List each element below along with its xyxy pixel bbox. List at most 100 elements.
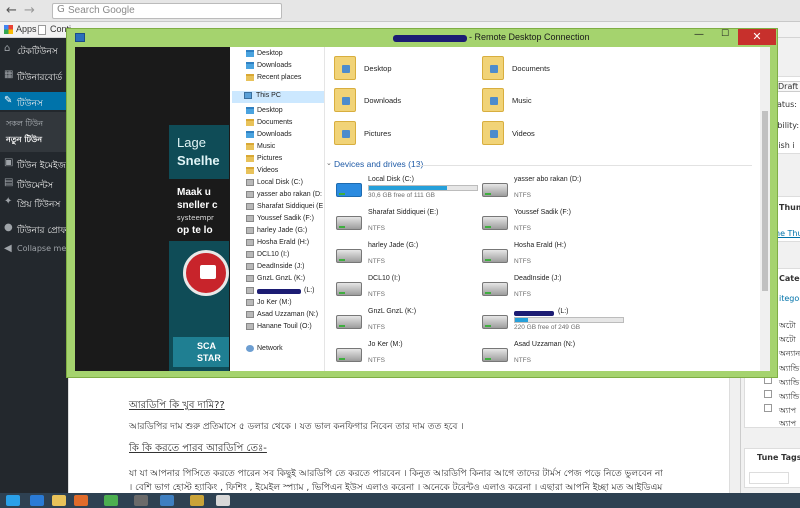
folder-icon bbox=[482, 88, 504, 112]
category-checkbox[interactable] bbox=[764, 404, 772, 412]
tags-title: Tune Tags bbox=[757, 453, 800, 462]
app-icon[interactable] bbox=[216, 495, 230, 506]
app-icon[interactable] bbox=[190, 495, 204, 506]
submenu-new-tune[interactable]: নতুন টিউন bbox=[6, 134, 42, 147]
sidebar-item-tunes[interactable]: ✎ টিউনস bbox=[0, 92, 68, 110]
status-label: atus: D bbox=[777, 100, 800, 109]
folder-tile[interactable]: Pictures bbox=[334, 118, 484, 151]
drive-tile[interactable]: Asad Uzzaman (N:) NTFS bbox=[482, 340, 632, 372]
advertisement[interactable]: Lage Snelhe Maak u sneller c systeempr o… bbox=[169, 125, 229, 371]
drive-info: 220 GB free of 249 GB bbox=[514, 324, 581, 331]
app-icon[interactable] bbox=[160, 495, 174, 506]
firefox-icon[interactable] bbox=[74, 495, 88, 506]
drive-name: yasser abo rakan (D:) bbox=[514, 176, 582, 183]
drive-info: NTFS bbox=[514, 357, 531, 364]
category-item[interactable]: অটো bbox=[779, 334, 796, 347]
collapse-menu[interactable]: ◀ Collapse menu bbox=[0, 240, 76, 258]
category-item[interactable]: অ্যাপ bbox=[779, 405, 796, 418]
drive-tile[interactable]: Hosha Erald (H:) NTFS bbox=[482, 241, 632, 273]
disk-icon bbox=[246, 251, 254, 258]
folder-icon bbox=[482, 121, 504, 145]
start-icon[interactable] bbox=[6, 495, 20, 506]
drive-name: harley Jade (G:) bbox=[368, 242, 419, 249]
folder-tile[interactable]: Videos bbox=[482, 118, 632, 151]
save-draft-button[interactable]: Draft bbox=[775, 81, 800, 92]
folder-tile[interactable]: Music bbox=[482, 85, 632, 118]
drive-tile[interactable]: harley Jade (G:) NTFS bbox=[336, 241, 486, 273]
close-button[interactable]: ✕ bbox=[738, 29, 776, 45]
categories-tab[interactable]: itegorie bbox=[779, 294, 800, 303]
sidebar-item-profile[interactable]: ● টিউনার প্রোফ bbox=[0, 219, 68, 237]
post-editor[interactable]: আরডিপি কি খুব দামি?? আরডিপির দাম শুরু প্… bbox=[68, 378, 741, 493]
drive-tile[interactable]: Jo Ker (M:) NTFS bbox=[336, 340, 486, 372]
drive-tile[interactable]: (L:) 220 GB free of 249 GB bbox=[482, 307, 632, 339]
drive-tile[interactable]: Local Disk (C:) 30,6 GB free of 111 GB bbox=[336, 175, 486, 207]
drive-tile[interactable]: Youssef Sadik (F:) NTFS bbox=[482, 208, 632, 240]
sidebar-item-comments[interactable]: ▤ টিউমেন্টস bbox=[0, 174, 68, 192]
hard-drive-icon bbox=[336, 216, 362, 230]
folder-blue-icon bbox=[246, 50, 254, 57]
sidebar-item-media[interactable]: ▣ টিউন ইমেইজ bbox=[0, 154, 68, 172]
hard-drive-icon bbox=[482, 216, 508, 230]
folder-badge bbox=[490, 65, 498, 73]
tags-input[interactable] bbox=[749, 472, 789, 484]
nav-item-label: Downloads bbox=[257, 62, 292, 69]
sidebar-item-label: টিউমেন্টস bbox=[17, 181, 54, 191]
submenu-all-tunes[interactable]: সকল টিউন bbox=[6, 118, 43, 131]
search-input[interactable]: G Search Google bbox=[52, 3, 282, 19]
drive-tile[interactable]: Sharafat Siddiquei (E:) NTFS bbox=[336, 208, 486, 240]
scrollbar-thumb[interactable] bbox=[762, 111, 768, 291]
drive-info: NTFS bbox=[368, 357, 385, 364]
hard-drive-icon bbox=[336, 249, 362, 263]
folder-icon bbox=[334, 121, 356, 145]
apps-grid-icon[interactable] bbox=[4, 25, 13, 34]
drive-info: NTFS bbox=[368, 291, 385, 298]
disk-icon bbox=[246, 179, 254, 186]
folder-icon bbox=[246, 155, 254, 162]
category-item[interactable]: অ্যান্ডি bbox=[779, 363, 799, 376]
set-thumbnail-link[interactable]: ne Thu bbox=[775, 229, 800, 238]
ad-scan-button[interactable]: SCA STAR bbox=[173, 337, 229, 367]
folder-tile[interactable]: Documents bbox=[482, 53, 632, 86]
disk-icon bbox=[246, 203, 254, 210]
nav-item-label: (L:) bbox=[304, 287, 315, 294]
drive-tile[interactable]: DeadInside (J:) NTFS bbox=[482, 274, 632, 306]
folder-tile[interactable]: Desktop bbox=[334, 53, 484, 86]
category-item[interactable]: অ্যান্ডি bbox=[779, 391, 799, 404]
collapse-chevron-icon[interactable]: ⌄ bbox=[326, 159, 332, 167]
sidebar-item-label: টিউনারবোর্ড bbox=[17, 73, 63, 83]
star-icon: ✦ bbox=[4, 196, 13, 207]
category-item[interactable]: অন্যান bbox=[779, 348, 800, 361]
nav-item-label: yasser abo rakan (D: bbox=[257, 191, 322, 198]
explorer-icon[interactable] bbox=[52, 495, 66, 506]
category-item[interactable]: অ্যান্ডি bbox=[779, 377, 799, 390]
redacted-host bbox=[393, 35, 467, 42]
nav-item[interactable]: This PC bbox=[232, 91, 324, 103]
sidebar-item-dashboard[interactable]: ⌂ টেকটিউনস bbox=[0, 40, 68, 58]
folder-blue-icon bbox=[246, 131, 254, 138]
window-titlebar[interactable]: - Remote Desktop Connection — ☐ ✕ bbox=[67, 29, 777, 46]
app-icon[interactable] bbox=[134, 495, 148, 506]
ad-cta-label: STAR bbox=[197, 353, 221, 363]
folder-tile[interactable]: Downloads bbox=[334, 85, 484, 118]
drive-tile[interactable]: DCL10 (I:) NTFS bbox=[336, 274, 486, 306]
back-arrow-icon[interactable]: ← bbox=[6, 3, 17, 18]
nav-item-label: Documents bbox=[257, 119, 293, 126]
nav-item-label: harley Jade (G:) bbox=[257, 227, 308, 234]
drive-tile[interactable]: GnzL GnzL (K:) NTFS bbox=[336, 307, 486, 339]
sidebar-item-favorites[interactable]: ✦ প্রিয় টিউনস bbox=[0, 193, 68, 211]
bookmark-apps[interactable]: Apps bbox=[16, 24, 37, 34]
category-item[interactable]: অটো bbox=[779, 320, 796, 333]
forward-arrow-icon[interactable]: → bbox=[24, 3, 35, 18]
file-explorer: Desktop Downloads Recent places This PC Desk… bbox=[230, 47, 770, 371]
category-checkbox[interactable] bbox=[764, 390, 772, 398]
devices-header[interactable]: Devices and drives (13) bbox=[334, 159, 423, 169]
chrome-icon[interactable] bbox=[104, 495, 118, 506]
drive-tile[interactable]: yasser abo rakan (D:) NTFS bbox=[482, 175, 632, 207]
maximize-button[interactable]: ☐ bbox=[713, 29, 737, 45]
sidebar-item-tunerboard[interactable]: ▦ টিউনারবোর্ড bbox=[0, 66, 68, 84]
minimize-button[interactable]: — bbox=[687, 29, 711, 45]
hard-drive-icon bbox=[482, 183, 508, 197]
ie-icon[interactable] bbox=[30, 495, 44, 506]
category-item[interactable]: অ্যাপ bbox=[779, 418, 796, 431]
